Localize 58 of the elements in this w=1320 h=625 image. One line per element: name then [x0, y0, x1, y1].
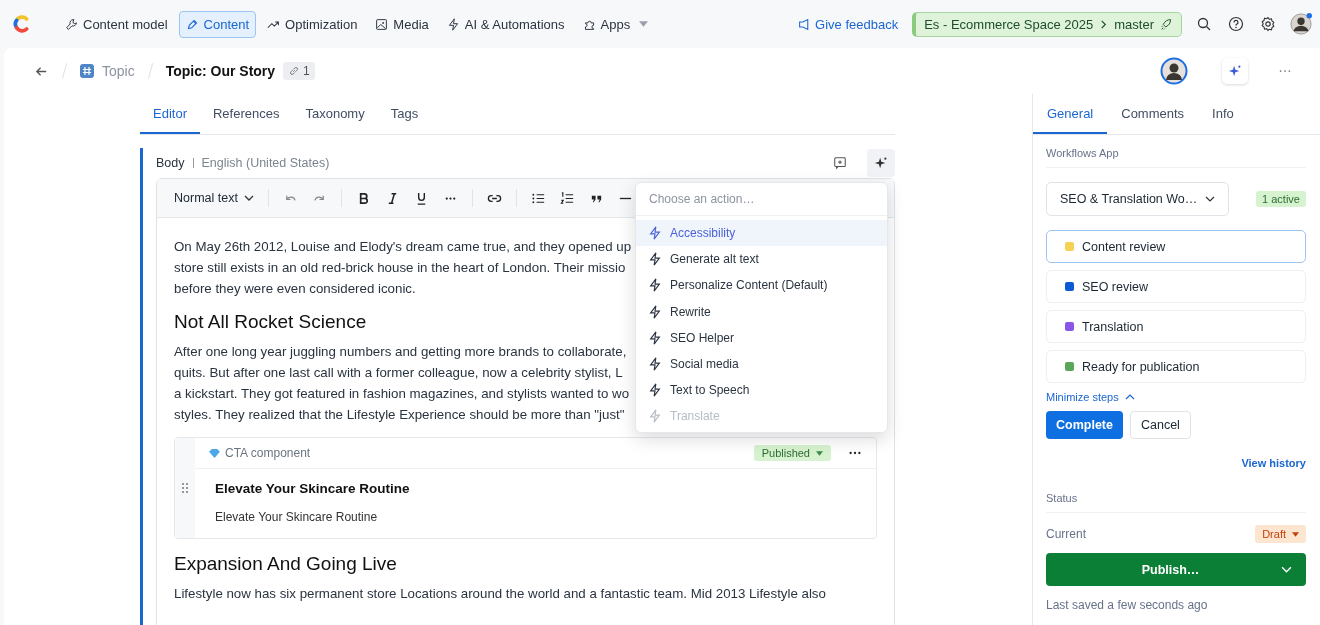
paragraph-line: a kickstart. They got featured in fashion magazines, and stylists wanted to wo [174, 385, 630, 403]
action-menu-item[interactable]: Rewrite [636, 298, 887, 325]
action-menu-item[interactable]: Social media [636, 350, 887, 378]
paragraph-line: before they were even considered iconic. [174, 280, 416, 298]
active-badge: 1 active [1256, 191, 1306, 207]
content-type-label: CTA component [225, 446, 311, 460]
action-search-field[interactable]: Choose an action… [636, 183, 887, 216]
editor-tab[interactable]: Taxonomy [292, 94, 378, 134]
paragraph-line: quits. But after one last call with a former colleague, now a celebrity stylist, L [174, 364, 623, 382]
nav-tab[interactable]: Content [178, 10, 257, 38]
complete-button[interactable]: Complete [1046, 411, 1123, 439]
status-badge[interactable]: Draft [1255, 525, 1306, 543]
sidebar-tab[interactable]: Info [1198, 94, 1248, 134]
sidebar-tab[interactable]: General [1033, 94, 1108, 134]
nav-tab[interactable]: Apps [575, 10, 656, 38]
editor-tab[interactable]: Editor [140, 94, 200, 134]
locale-label: English (United States) [201, 156, 330, 170]
last-saved-text: Last saved a few seconds ago [1046, 598, 1209, 612]
section-heading: Workflows App [1046, 147, 1306, 168]
entry-title: Topic: Our Story [165, 63, 276, 79]
status-badge[interactable]: Published [753, 445, 831, 461]
action-menu-item[interactable]: Text to Speech [636, 377, 887, 404]
nav-tab[interactable]: Content model [58, 10, 175, 38]
action-menu-item[interactable]: Accessibility [636, 220, 887, 247]
action-menu-item[interactable]: SEO Helper [636, 324, 887, 351]
workflow-step[interactable]: SEO review [1046, 270, 1306, 303]
editor-tab[interactable]: Tags [377, 94, 432, 134]
editor-tab[interactable]: References [199, 94, 293, 134]
workflow-step[interactable]: Ready for publication [1046, 350, 1306, 383]
paragraph-line: After one long year juggling numbers and getting more brands to collaborate, [174, 343, 627, 361]
paragraph-line: styles. They realized that the Lifestyle Experience should be more than "just" [174, 406, 625, 424]
nav-tab[interactable]: AI & Automations [439, 10, 572, 38]
entry-description: Elevate Your Skincare Routine [214, 509, 379, 524]
references-badge[interactable]: 1 [283, 62, 315, 80]
workflow-dropdown[interactable]: SEO & Translation Wo… [1046, 182, 1230, 216]
publish-button[interactable]: Publish… [1046, 553, 1306, 586]
view-history-link[interactable]: View history [1241, 457, 1306, 469]
cancel-button[interactable]: Cancel [1129, 411, 1191, 439]
text-format-dropdown[interactable]: Normal text [174, 191, 254, 205]
feedback-link[interactable]: Give feedback [798, 16, 899, 32]
minimize-steps-link[interactable]: Minimize steps [1046, 391, 1306, 403]
workflow-step[interactable]: Translation [1046, 310, 1306, 343]
paragraph-line: Lifestyle now has six permanent store Locations around the world and a fantastic team. Mid 2013 Lifestyle also [174, 585, 826, 603]
space-selector[interactable]: Es - Ecommerce Space 2025 master [912, 11, 1182, 37]
field-label: Body [156, 156, 185, 170]
action-menu-item[interactable]: Personalize Content (Default) [636, 272, 887, 299]
heading: Expansion And Going Live [174, 553, 397, 574]
nav-tab[interactable]: Media [368, 10, 436, 38]
action-menu-item[interactable]: Generate alt text [636, 246, 887, 273]
heading: Not All Rocket Science [174, 311, 367, 332]
status-label: Current [1046, 527, 1086, 541]
paragraph-line: store still exists in an old red-brick house in the heart of London. Their missio [174, 259, 626, 277]
workflow-step[interactable]: Content review [1046, 230, 1306, 263]
section-heading: Status [1046, 492, 1306, 513]
nav-tab[interactable]: Optimization [260, 10, 365, 38]
entry-title: Elevate Your Skincare Routine [214, 480, 411, 496]
paragraph-line: On May 26th 2012, Louise and Elody's dream came true, and they opened up [174, 238, 632, 256]
sidebar-tab[interactable]: Comments [1107, 94, 1199, 134]
